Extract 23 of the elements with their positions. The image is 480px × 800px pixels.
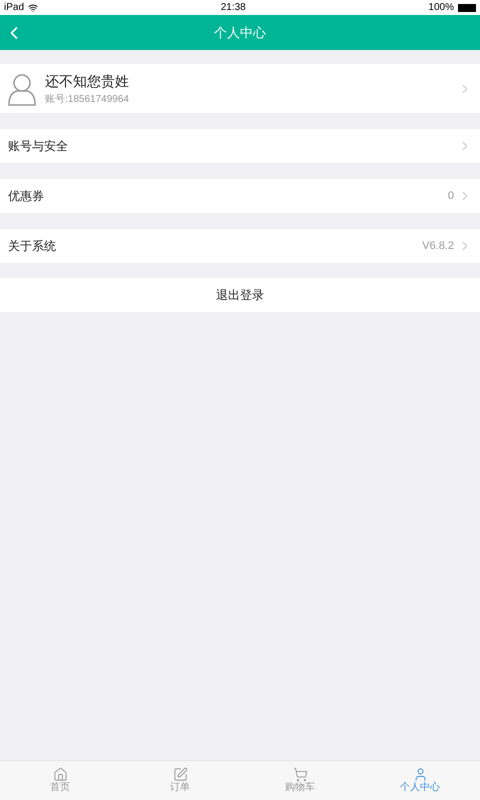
cart-icon (292, 767, 308, 782)
person-icon (412, 767, 428, 782)
user-name: 还不知您贵姓 (45, 72, 129, 90)
clock: 21:38 (220, 1, 246, 15)
logout-button[interactable]: 退出登录 (0, 278, 480, 312)
menu-value: V6.8.2 (422, 238, 454, 254)
menu-row[interactable]: 优惠券 0 (0, 179, 480, 213)
person-icon (8, 72, 36, 106)
menu-row[interactable]: 账号与安全 (0, 129, 480, 163)
profile-row[interactable]: 还不知您贵姓 账号:18561749964 (0, 64, 480, 113)
menu-row[interactable]: 关于系统 V6.8.2 (0, 229, 480, 263)
account-number: 账号:18561749964 (45, 92, 129, 106)
menu-label: 账号与安全 (8, 138, 68, 155)
page-title: 个人中心 (214, 24, 266, 42)
wifi-icon (28, 2, 38, 12)
house-icon (52, 767, 68, 782)
pen-square-icon (172, 767, 188, 782)
menu-label: 优惠券 (8, 188, 44, 205)
device-name: iPad (4, 1, 24, 15)
menu-value: 0 (448, 188, 454, 204)
menu-label: 关于系统 (8, 238, 56, 255)
battery-percent: 100% (428, 1, 454, 15)
battery-icon (458, 4, 476, 12)
